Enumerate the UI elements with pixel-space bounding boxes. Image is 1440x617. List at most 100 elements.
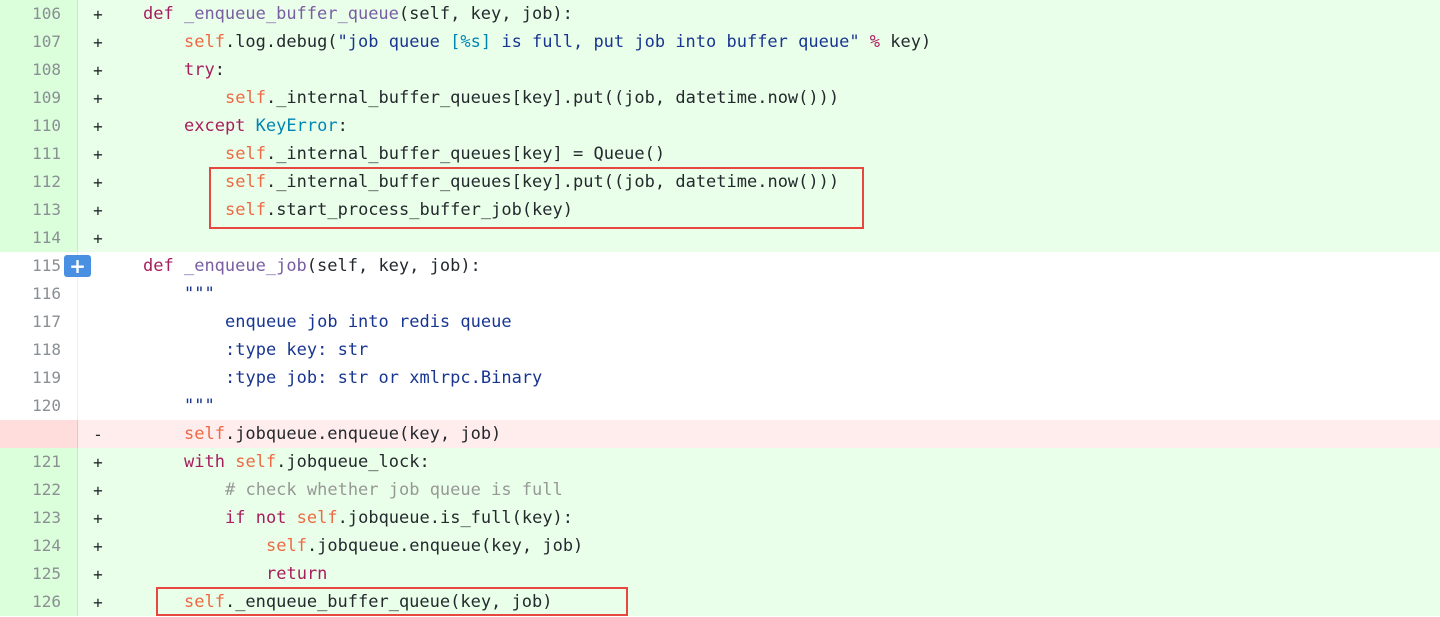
- code-token: .jobqueue.enqueue(key, job): [306, 536, 584, 556]
- string-token: """: [184, 284, 215, 304]
- highlight-box: [156, 587, 628, 616]
- diff-line-deleted: - self.jobqueue.enqueue(key, job): [0, 420, 1440, 448]
- diff-line: 124 + self.jobqueue.enqueue(key, job): [0, 532, 1440, 560]
- line-number[interactable]: 110: [0, 112, 78, 140]
- code-line: self.log.debug("job queue [%s] is full, …: [118, 28, 1440, 56]
- diff-line: 110 + except KeyError:: [0, 112, 1440, 140]
- line-number[interactable]: 107: [0, 28, 78, 56]
- keyword-token: def: [143, 4, 174, 24]
- code-line: enqueue job into redis queue: [118, 308, 1440, 336]
- highlight-box: [209, 167, 864, 229]
- diff-line: 106 + def _enqueue_buffer_queue(self, ke…: [0, 0, 1440, 28]
- plus-icon[interactable]: +: [64, 255, 91, 277]
- string-token: :type job: str or xmlrpc.Binary: [225, 368, 543, 388]
- code-token: .jobqueue_lock:: [276, 452, 430, 472]
- line-number[interactable]: 116: [0, 280, 78, 308]
- line-number[interactable]: 113: [0, 196, 78, 224]
- diff-line: 115 def _enqueue_job(self, key, job): +: [0, 252, 1440, 280]
- diff-line: 123 + if not self.jobqueue.is_full(key):: [0, 504, 1440, 532]
- diff-sign: +: [93, 4, 103, 24]
- string-token: "job queue: [337, 32, 451, 52]
- code-token: (self, key, job):: [398, 4, 573, 24]
- code-token: :: [214, 60, 225, 80]
- self-token: self: [225, 144, 266, 164]
- diff-line: 125 + return: [0, 560, 1440, 588]
- line-number[interactable]: 117: [0, 308, 78, 336]
- string-token: :type key: str: [225, 340, 369, 360]
- diff-sign: -: [93, 424, 103, 444]
- diff-sign: +: [93, 88, 103, 108]
- diff-view: 106 + def _enqueue_buffer_queue(self, ke…: [0, 0, 1440, 616]
- code-line: self._internal_buffer_queues[key].put((j…: [118, 84, 1440, 112]
- diff-sign: +: [93, 452, 103, 472]
- diff-sign: +: [93, 116, 103, 136]
- line-number[interactable]: 118: [0, 336, 78, 364]
- self-token: self: [266, 536, 307, 556]
- diff-line: 116 """: [0, 280, 1440, 308]
- code-line: def _enqueue_job(self, key, job):: [118, 252, 1440, 280]
- diff-sign: +: [93, 536, 103, 556]
- code-line: def _enqueue_buffer_queue(self, key, job…: [118, 0, 1440, 28]
- diff-sign: +: [93, 228, 103, 248]
- string-token: is full, put job into buffer queue": [491, 32, 860, 52]
- line-number[interactable]: 114: [0, 224, 78, 252]
- code-line: :type key: str: [118, 336, 1440, 364]
- line-number[interactable]: 122: [0, 476, 78, 504]
- diff-sign: +: [93, 508, 103, 528]
- keyword-token: def: [143, 256, 174, 276]
- diff-line: 119 :type job: str or xmlrpc.Binary: [0, 364, 1440, 392]
- code-token: .jobqueue.enqueue(key, job): [224, 424, 502, 444]
- string-token: enqueue job into redis queue: [225, 312, 512, 332]
- self-token: self: [235, 452, 277, 472]
- diff-line: 121 + with self.jobqueue_lock:: [0, 448, 1440, 476]
- code-token: ._internal_buffer_queues[key] = Queue(): [265, 144, 666, 164]
- code-line: return: [118, 560, 1440, 588]
- line-number[interactable]: [0, 420, 78, 448]
- self-token: self: [296, 508, 338, 528]
- diff-sign: +: [93, 200, 103, 220]
- code-token: .jobqueue.is_full(key):: [337, 508, 574, 528]
- line-number[interactable]: 121: [0, 448, 78, 476]
- comment-token: # check whether job queue is full: [225, 480, 563, 500]
- code-line: if not self.jobqueue.is_full(key):: [118, 504, 1440, 532]
- code-line: try:: [118, 56, 1440, 84]
- diff-line: 109 + self._internal_buffer_queues[key].…: [0, 84, 1440, 112]
- line-number[interactable]: 119: [0, 364, 78, 392]
- line-number[interactable]: 126: [0, 588, 78, 616]
- diff-line: 118 :type key: str: [0, 336, 1440, 364]
- code-token: .log.debug(: [224, 32, 338, 52]
- code-line: self.jobqueue.enqueue(key, job): [118, 420, 1440, 448]
- diff-line: 122 + # check whether job queue is full: [0, 476, 1440, 504]
- function-name-token: _enqueue_buffer_queue: [183, 4, 399, 24]
- diff-sign: +: [93, 144, 103, 164]
- code-line: self.jobqueue.enqueue(key, job): [118, 532, 1440, 560]
- diff-line: 111 + self._internal_buffer_queues[key] …: [0, 140, 1440, 168]
- code-token: (self, key, job):: [306, 256, 481, 276]
- self-token: self: [184, 424, 225, 444]
- self-token: self: [225, 88, 266, 108]
- function-name-token: _enqueue_job: [183, 256, 307, 276]
- code-token: ._internal_buffer_queues[key].put((job, …: [265, 88, 840, 108]
- keyword-token: with: [184, 452, 225, 472]
- code-line: """: [118, 392, 1440, 420]
- diff-line: 108 + try:: [0, 56, 1440, 84]
- diff-sign: +: [93, 60, 103, 80]
- code-line: :type job: str or xmlrpc.Binary: [118, 364, 1440, 392]
- code-line: self._internal_buffer_queues[key] = Queu…: [118, 140, 1440, 168]
- line-number[interactable]: 124: [0, 532, 78, 560]
- line-number[interactable]: 112: [0, 168, 78, 196]
- code-line: with self.jobqueue_lock:: [118, 448, 1440, 476]
- line-number[interactable]: 109: [0, 84, 78, 112]
- diff-sign: +: [93, 172, 103, 192]
- line-number[interactable]: 123: [0, 504, 78, 532]
- operator-token: %: [859, 32, 891, 52]
- line-number[interactable]: 125: [0, 560, 78, 588]
- code-line: # check whether job queue is full: [118, 476, 1440, 504]
- line-number[interactable]: 106: [0, 0, 78, 28]
- line-number[interactable]: 111: [0, 140, 78, 168]
- string-token: """: [184, 396, 215, 416]
- keyword-token: return: [266, 564, 328, 584]
- diff-sign: +: [93, 32, 103, 52]
- line-number[interactable]: 120: [0, 392, 78, 420]
- line-number[interactable]: 108: [0, 56, 78, 84]
